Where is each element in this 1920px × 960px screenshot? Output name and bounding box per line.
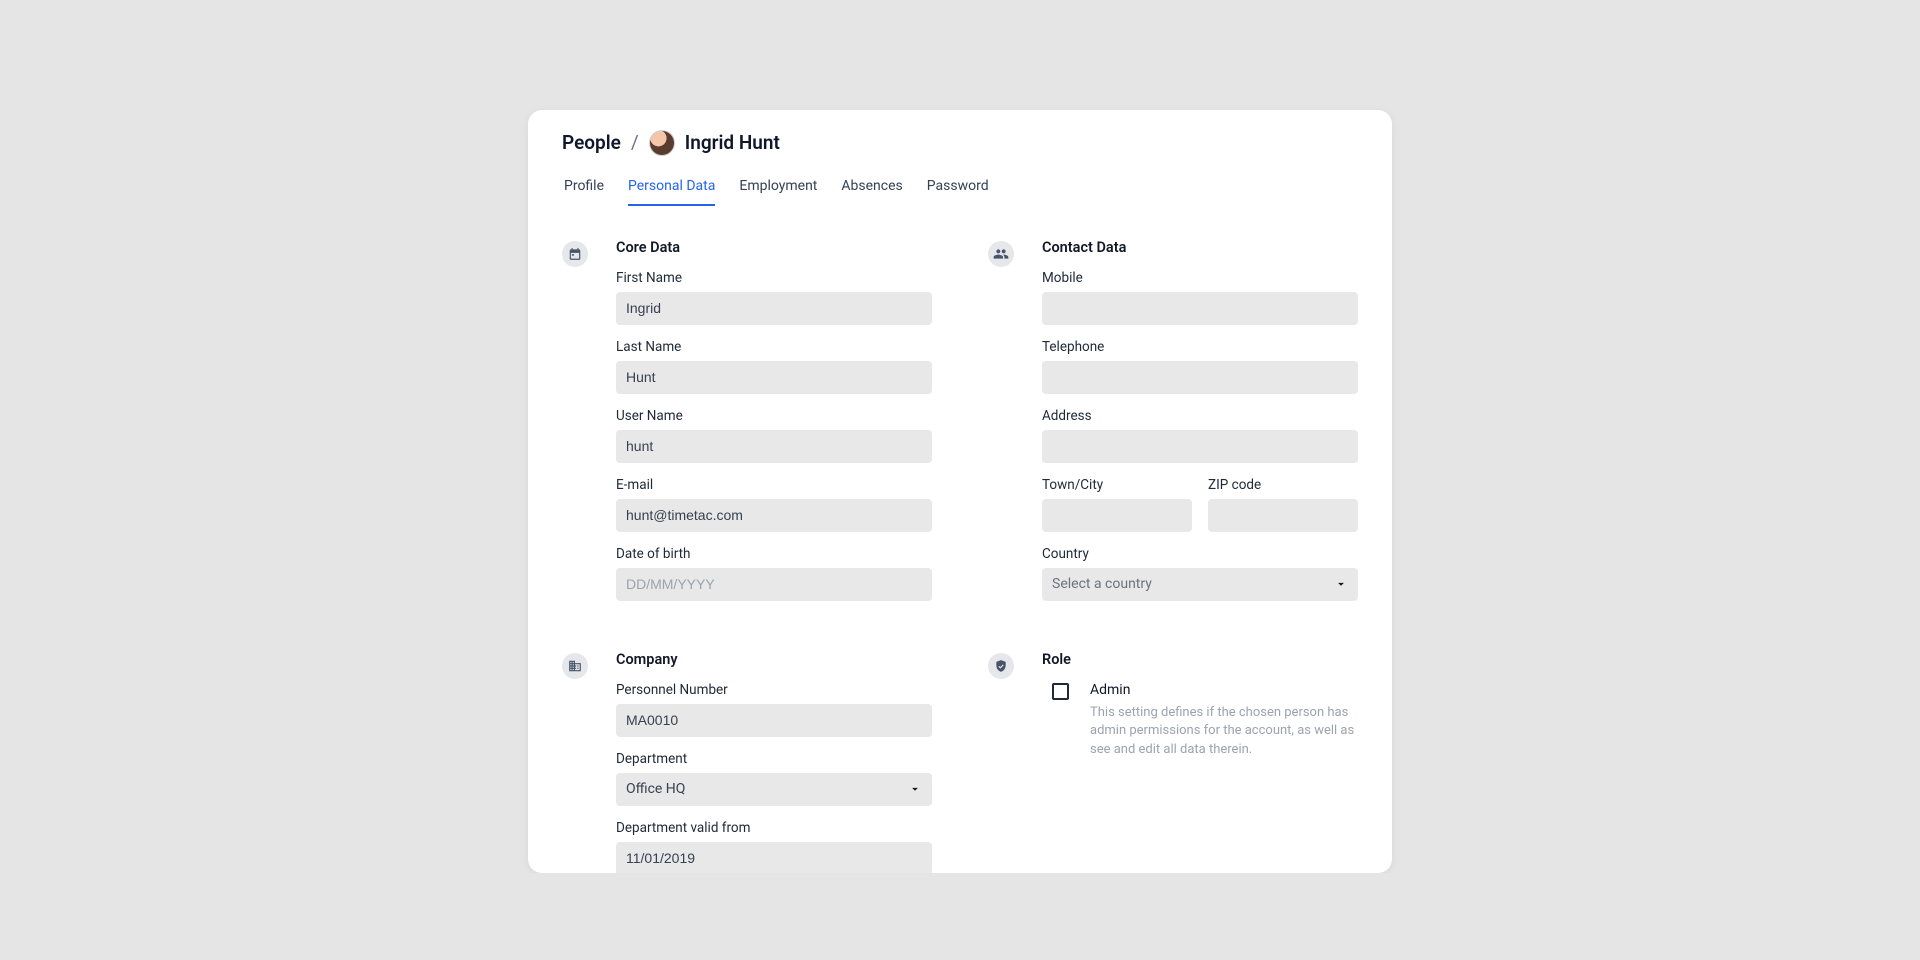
first-name-input[interactable] <box>616 292 932 325</box>
tab-absences[interactable]: Absences <box>841 172 902 206</box>
shield-check-icon <box>988 653 1014 679</box>
zip-label: ZIP code <box>1208 477 1358 493</box>
breadcrumb-separator: / <box>631 131 639 154</box>
section-title: Role <box>1042 651 1358 668</box>
last-name-input[interactable] <box>616 361 932 394</box>
chevron-down-icon <box>1334 577 1348 591</box>
town-label: Town/City <box>1042 477 1192 493</box>
section-title: Company <box>616 651 932 668</box>
tabs: Profile Personal Data Employment Absence… <box>562 162 1358 207</box>
personal-data-card: People / Ingrid Hunt Profile Personal Da… <box>528 110 1392 873</box>
country-select-value: Select a country <box>1052 576 1152 592</box>
department-select-value: Office HQ <box>626 781 685 797</box>
people-icon <box>988 241 1014 267</box>
dept-from-input[interactable] <box>616 842 932 873</box>
town-input[interactable] <box>1042 499 1192 532</box>
user-name-label: User Name <box>616 408 932 424</box>
section-role: Role Admin This setting defines if the c… <box>988 651 1358 873</box>
admin-label: Admin <box>1090 682 1358 698</box>
mobile-label: Mobile <box>1042 270 1358 286</box>
email-label: E-mail <box>616 477 932 493</box>
admin-description: This setting defines if the chosen perso… <box>1090 704 1358 761</box>
telephone-input[interactable] <box>1042 361 1358 394</box>
breadcrumb: People / Ingrid Hunt <box>562 128 1358 162</box>
section-title: Core Data <box>616 239 932 256</box>
personnel-input[interactable] <box>616 704 932 737</box>
tab-password[interactable]: Password <box>927 172 989 206</box>
dob-input[interactable] <box>616 568 932 601</box>
personnel-label: Personnel Number <box>616 682 932 698</box>
department-label: Department <box>616 751 932 767</box>
admin-checkbox[interactable] <box>1052 683 1069 700</box>
breadcrumb-person-name: Ingrid Hunt <box>685 131 780 154</box>
dept-from-label: Department valid from <box>616 820 932 836</box>
email-input[interactable] <box>616 499 932 532</box>
breadcrumb-root[interactable]: People <box>562 131 621 154</box>
address-label: Address <box>1042 408 1358 424</box>
user-name-input[interactable] <box>616 430 932 463</box>
last-name-label: Last Name <box>616 339 932 355</box>
building-icon <box>562 653 588 679</box>
country-label: Country <box>1042 546 1358 562</box>
telephone-label: Telephone <box>1042 339 1358 355</box>
section-title: Contact Data <box>1042 239 1358 256</box>
dob-label: Date of birth <box>616 546 932 562</box>
tab-personal-data[interactable]: Personal Data <box>628 172 715 206</box>
section-company: Company Personnel Number Department Offi… <box>562 651 932 873</box>
department-select[interactable]: Office HQ <box>616 773 932 806</box>
tab-employment[interactable]: Employment <box>739 172 817 206</box>
section-core-data: Core Data First Name Last Name User Name <box>562 239 932 615</box>
calendar-icon <box>562 241 588 267</box>
zip-input[interactable] <box>1208 499 1358 532</box>
section-contact-data: Contact Data Mobile Telephone Address <box>988 239 1358 615</box>
tab-profile[interactable]: Profile <box>564 172 604 206</box>
country-select[interactable]: Select a country <box>1042 568 1358 601</box>
avatar <box>649 130 675 156</box>
mobile-input[interactable] <box>1042 292 1358 325</box>
chevron-down-icon <box>908 782 922 796</box>
first-name-label: First Name <box>616 270 932 286</box>
address-input[interactable] <box>1042 430 1358 463</box>
